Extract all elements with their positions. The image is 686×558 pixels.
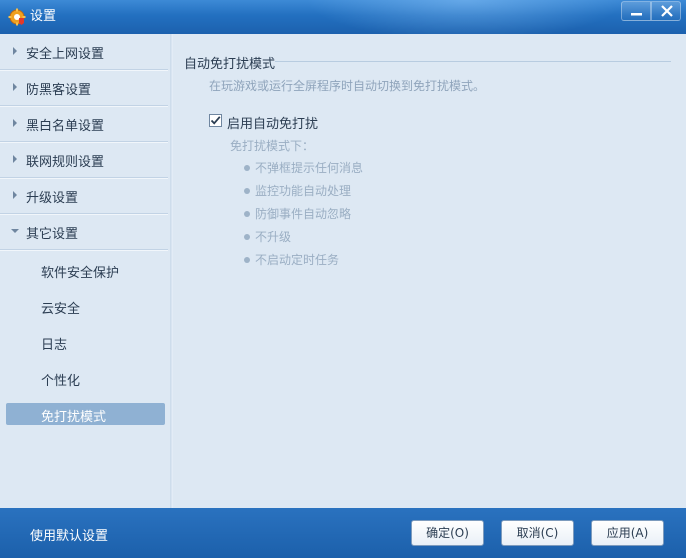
bullet-icon <box>244 211 250 217</box>
section-title: 自动免打扰模式 <box>184 57 276 72</box>
close-icon <box>661 5 673 17</box>
sidebar-subitem-label: 软件安全保护 <box>41 266 120 281</box>
window-title: 设置 <box>30 9 57 24</box>
chevron-right-icon <box>13 191 17 199</box>
sidebar: 安全上网设置 防黑客设置 黑白名单设置 联网规则设置 升级设置 其它设置 软件安… <box>0 34 171 508</box>
chevron-right-icon <box>13 83 17 91</box>
section-divider <box>275 61 671 62</box>
enable-auto-dnd-checkbox[interactable] <box>209 114 222 127</box>
sidebar-item-label: 安全上网设置 <box>26 47 105 62</box>
sidebar-subitem-label: 个性化 <box>41 374 81 389</box>
mode-label: 免打扰模式下： <box>230 139 315 153</box>
bullet-icon <box>244 188 250 194</box>
sidebar-subitem-cloud-security[interactable]: 云安全 <box>6 295 165 317</box>
chevron-right-icon <box>13 47 17 55</box>
settings-window: 设置 安全上网设置 防黑客设置 黑白名单设置 联网规则设置 升级设置 其它设置 … <box>0 0 686 558</box>
sidebar-item-upgrade[interactable]: 升级设置 <box>0 178 168 214</box>
minimize-button[interactable] <box>621 1 651 21</box>
sidebar-subitem-log[interactable]: 日志 <box>6 331 165 353</box>
chevron-right-icon <box>13 155 17 163</box>
cancel-button[interactable]: 取消(C) <box>501 520 574 546</box>
bullet-icon <box>244 234 250 240</box>
chevron-right-icon <box>13 119 17 127</box>
bullet-icon <box>244 165 250 171</box>
sidebar-subitem-software-protection[interactable]: 软件安全保护 <box>6 259 165 281</box>
sidebar-subitem-label: 云安全 <box>41 302 81 317</box>
sidebar-item-label: 防黑客设置 <box>26 83 92 98</box>
sidebar-item-black-white-list[interactable]: 黑白名单设置 <box>0 106 168 142</box>
chevron-down-icon <box>11 229 19 233</box>
sidebar-subitem-personalize[interactable]: 个性化 <box>6 367 165 389</box>
apply-button[interactable]: 应用(A) <box>591 520 664 546</box>
sidebar-subitem-label: 免打扰模式 <box>41 410 107 425</box>
close-button[interactable] <box>651 1 681 21</box>
sidebar-subitem-do-not-disturb[interactable]: 免打扰模式 <box>6 403 165 425</box>
sidebar-item-anti-hacker[interactable]: 防黑客设置 <box>0 70 168 106</box>
title-bar[interactable]: 设置 <box>0 0 686 34</box>
sidebar-item-label: 联网规则设置 <box>26 155 105 170</box>
checkmark-icon <box>210 116 221 125</box>
footer-bar: 使用默认设置 确定(O) 取消(C) 应用(A) <box>0 508 686 558</box>
gear-shield-icon <box>8 8 26 26</box>
main-panel: 自动免打扰模式 在玩游戏或运行全屏程序时自动切换到免打扰模式。 启用自动免打扰 … <box>173 34 686 508</box>
enable-auto-dnd-label[interactable]: 启用自动免打扰 <box>227 113 318 132</box>
sidebar-item-other[interactable]: 其它设置 <box>0 214 168 250</box>
sidebar-item-safe-browsing[interactable]: 安全上网设置 <box>0 34 168 70</box>
sidebar-item-label: 其它设置 <box>26 227 79 242</box>
content-area: 安全上网设置 防黑客设置 黑白名单设置 联网规则设置 升级设置 其它设置 软件安… <box>0 34 686 508</box>
ok-button[interactable]: 确定(O) <box>411 520 484 546</box>
sidebar-item-label: 黑白名单设置 <box>26 119 105 134</box>
section-description: 在玩游戏或运行全屏程序时自动切换到免打扰模式。 <box>209 79 486 93</box>
use-default-settings-link[interactable]: 使用默认设置 <box>30 525 108 544</box>
sidebar-subitem-label: 日志 <box>41 338 68 353</box>
sidebar-item-network-rules[interactable]: 联网规则设置 <box>0 142 168 178</box>
bullet-icon <box>244 257 250 263</box>
sidebar-item-label: 升级设置 <box>26 191 79 206</box>
minimize-icon <box>631 13 642 16</box>
